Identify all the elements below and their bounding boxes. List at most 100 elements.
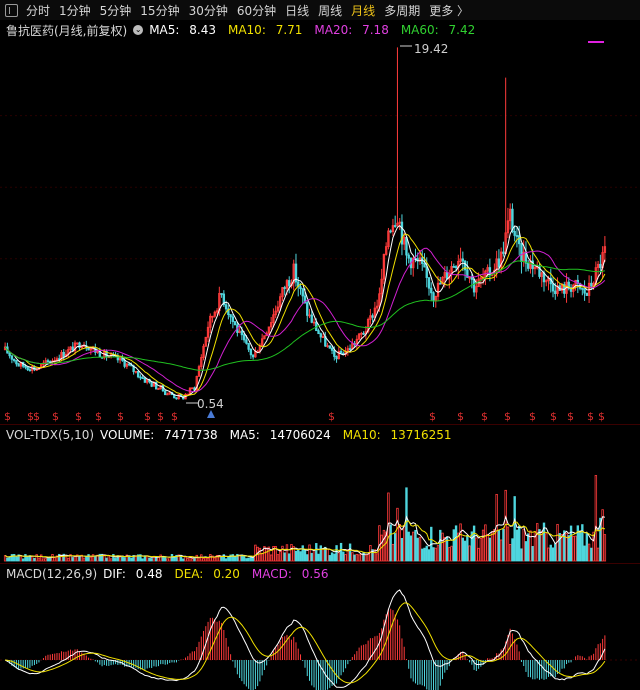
- volume-bar: [603, 534, 607, 562]
- volume-bar: [339, 542, 343, 562]
- candle-body: [335, 356, 338, 360]
- candle-body: [520, 243, 523, 263]
- price-legend: 鲁抗医药(月线,前复权) ⌄ MA5: 8.43 MA10: 7.71 MA20…: [6, 21, 487, 39]
- volume-bar: [477, 547, 480, 562]
- volume-bar: [245, 558, 248, 562]
- candle-body: [28, 369, 32, 372]
- sidebar-toggle-icon[interactable]: [5, 3, 18, 17]
- volume-bar: [583, 545, 586, 562]
- candle-body: [470, 276, 474, 280]
- volume-bar: [114, 558, 117, 562]
- period-tab-weekly[interactable]: 周线: [318, 2, 342, 19]
- volume-bar: [308, 544, 311, 562]
- buy-signal-icon: $: [598, 410, 605, 423]
- volume-bar: [353, 554, 356, 562]
- candle-body: [427, 277, 431, 289]
- volume-bar: [459, 523, 462, 562]
- volume-bar: [10, 554, 14, 562]
- volume-bar: [567, 535, 570, 562]
- period-tab-15min[interactable]: 15分钟: [140, 2, 179, 19]
- volume-bar: [524, 541, 528, 562]
- period-tab-1min[interactable]: 1分钟: [59, 2, 91, 19]
- volume-bar: [150, 558, 153, 562]
- volume-bar: [193, 558, 196, 562]
- volume-bar: [497, 529, 501, 562]
- candle-body: [362, 332, 365, 335]
- chevron-down-icon[interactable]: ⌄: [133, 25, 144, 35]
- candle-body: [127, 363, 131, 366]
- volume-bar: [265, 547, 268, 562]
- volume-bar: [310, 552, 313, 562]
- volume-bar: [326, 548, 329, 562]
- volume-bar: [254, 544, 257, 562]
- period-tab-30min[interactable]: 30分钟: [189, 2, 228, 19]
- candle-body: [389, 230, 392, 233]
- volume-bar: [317, 553, 320, 562]
- volume-bar: [21, 558, 25, 562]
- volume-bar: [560, 533, 564, 562]
- candle-body: [299, 286, 302, 290]
- buy-signal-icon: $: [4, 410, 11, 423]
- volume-bar: [204, 557, 207, 562]
- dif-line: [4, 589, 606, 688]
- volume-bar: [8, 556, 11, 562]
- volume-bar: [105, 557, 108, 562]
- candle-body: [590, 282, 593, 287]
- volume-bar: [502, 529, 505, 562]
- candle-body: [554, 290, 557, 295]
- volume-bar: [107, 555, 111, 562]
- candle-body: [8, 352, 11, 357]
- period-tab-monthly[interactable]: 月线: [351, 2, 375, 19]
- volume-bar: [448, 547, 451, 562]
- volume-bar: [182, 558, 185, 562]
- candle-body: [143, 377, 147, 383]
- low-price-label: 0.54: [197, 397, 224, 411]
- candle-body: [249, 348, 253, 356]
- candle-body: [220, 293, 223, 295]
- period-tab-fenshi[interactable]: 分时: [26, 2, 50, 19]
- candle-body: [224, 304, 228, 310]
- volume-bar: [89, 556, 92, 562]
- volume-bar: [452, 529, 455, 562]
- volume-bar: [572, 535, 575, 562]
- volume-bar: [159, 554, 162, 562]
- volume-bar: [109, 558, 113, 562]
- buy-signal-icon: $: [33, 410, 40, 423]
- volume-bar: [434, 547, 437, 562]
- volume-bar: [508, 544, 512, 562]
- candle-body: [12, 358, 16, 361]
- volume-bar: [454, 525, 458, 562]
- volume-bar: [206, 557, 210, 562]
- candle-body: [513, 231, 516, 236]
- period-tab-60min[interactable]: 60分钟: [237, 2, 276, 19]
- candle-body: [407, 254, 410, 259]
- buy-signal-icon: $: [75, 410, 82, 423]
- volume-bar: [450, 545, 453, 562]
- volume-bar: [403, 524, 406, 562]
- volume-bar: [35, 554, 38, 562]
- legend-swatch-icon: [588, 41, 604, 43]
- period-tab-5min[interactable]: 5分钟: [100, 2, 132, 19]
- macd-legend: MACD(12,26,9) DIF: 0.48 DEA: 0.20 MACD: …: [6, 565, 340, 583]
- volume-bar: [46, 558, 50, 562]
- period-tab-multi[interactable]: 多周期: [384, 2, 420, 19]
- candle-body: [164, 390, 167, 396]
- volume-bar: [585, 533, 589, 562]
- candle-body: [339, 350, 343, 354]
- volume-bar: [479, 538, 483, 562]
- period-tab-more[interactable]: 更多 〉: [429, 2, 469, 19]
- volume-bar: [481, 529, 485, 562]
- volume-bar: [170, 554, 174, 562]
- buy-signal-icon: $: [457, 410, 464, 423]
- period-tab-daily[interactable]: 日线: [285, 2, 309, 19]
- volume-bar: [425, 545, 428, 562]
- candle-body: [583, 288, 586, 294]
- candle-body: [400, 221, 404, 245]
- volume-bar: [423, 547, 426, 562]
- volume-bar: [67, 557, 70, 562]
- buy-signal-icon: $: [95, 410, 102, 423]
- macd-readout: MACD: 0.56: [251, 567, 329, 581]
- buy-signal-icon: $: [567, 410, 574, 423]
- buy-signal-icon: $: [117, 410, 124, 423]
- volume-bar: [463, 540, 467, 562]
